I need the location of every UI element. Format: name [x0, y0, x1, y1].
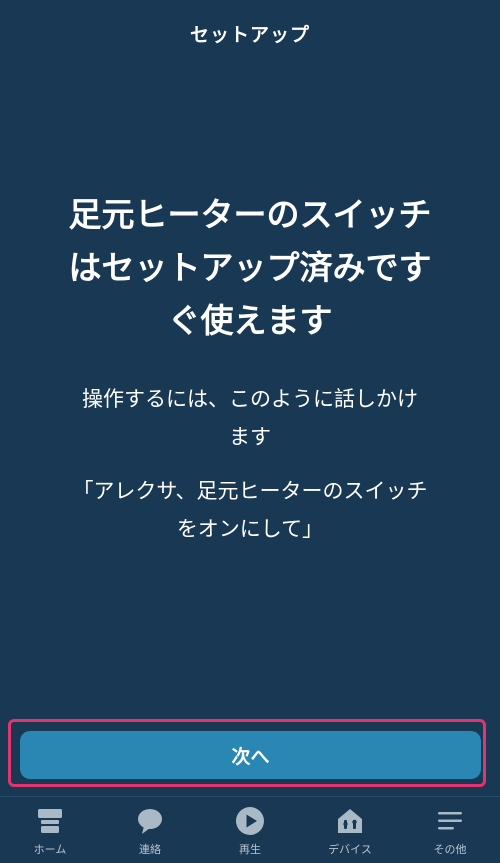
- instruction-text: 操作するには、このように話しかけ ます: [40, 380, 460, 456]
- headline-line-3: ぐ使えます: [167, 301, 333, 340]
- nav-label-home: ホーム: [33, 843, 67, 856]
- home-icon: [33, 805, 67, 837]
- setup-complete-headline: 足元ヒーターのスイッチ はセットアップ済みです ぐ使えます: [30, 188, 470, 347]
- nav-label-devices: デバイス: [328, 843, 372, 856]
- nav-label-play: 再生: [239, 843, 261, 856]
- next-button-label: 次へ: [231, 745, 270, 768]
- next-button[interactable]: 次へ: [20, 731, 481, 779]
- menu-icon: [433, 805, 467, 837]
- voice-command-example: 「アレクサ、足元ヒーターのスイッチ をオンにして」: [40, 472, 460, 548]
- chat-icon: [133, 805, 167, 837]
- setup-screen: セットアップ 足元ヒーターのスイッチ はセットアップ済みです ぐ使えます 操作す…: [0, 0, 500, 863]
- page-title: セットアップ: [189, 23, 310, 46]
- instruction-line-2: ます: [229, 425, 271, 449]
- nav-item-devices[interactable]: デバイス: [300, 797, 400, 863]
- nav-item-contacts[interactable]: 連絡: [100, 797, 200, 863]
- quote-line-2: をオンにして」: [176, 517, 324, 541]
- headline-line-2: はセットアップ済みです: [68, 248, 432, 287]
- nav-item-play[interactable]: 再生: [200, 797, 300, 863]
- nav-item-more[interactable]: その他: [400, 797, 500, 863]
- top-bar: セットアップ: [0, 0, 500, 66]
- nav-label-more: その他: [433, 843, 467, 856]
- quote-line-1: 「アレクサ、足元ヒーターのスイッチ: [72, 479, 428, 503]
- bottom-navigation: ホーム 連絡 再生 デバイス その他: [0, 796, 500, 863]
- nav-item-home[interactable]: ホーム: [0, 797, 100, 863]
- devices-icon: [333, 805, 367, 837]
- headline-line-1: 足元ヒーターのスイッチ: [68, 195, 432, 234]
- nav-label-contacts: 連絡: [139, 843, 161, 856]
- play-icon: [233, 805, 267, 837]
- instruction-line-1: 操作するには、このように話しかけ: [82, 387, 418, 411]
